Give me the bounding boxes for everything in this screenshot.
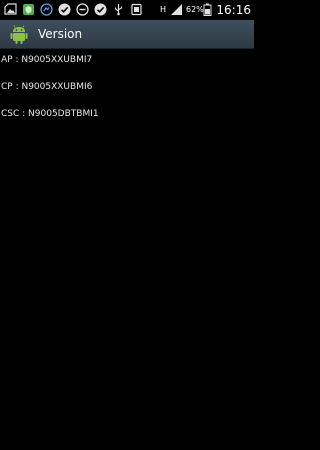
battery-icon bbox=[203, 3, 212, 16]
gallery-icon bbox=[4, 3, 17, 16]
check-circle-icon bbox=[58, 3, 71, 16]
download-check-icon bbox=[94, 3, 107, 16]
status-bar: H 62% 16:16 bbox=[0, 0, 254, 20]
version-row-cp: CP : N9005XXUBMI6 bbox=[1, 82, 93, 92]
version-row-csc: CSC : N9005DBTBMI1 bbox=[1, 109, 99, 119]
status-clock: 16:16 bbox=[216, 3, 251, 17]
action-bar: Version bbox=[0, 20, 254, 49]
messenger-icon bbox=[40, 3, 53, 16]
security-shield-icon bbox=[22, 3, 35, 16]
page-title: Version bbox=[38, 27, 83, 41]
version-row-ap: AP : N9005XXUBMI7 bbox=[1, 55, 93, 65]
screenshot-icon bbox=[130, 3, 143, 16]
battery-percent: 62% bbox=[186, 5, 204, 14]
usb-icon bbox=[112, 3, 125, 16]
signal-icon bbox=[170, 3, 183, 16]
version-list: AP : N9005XXUBMI7 CP : N9005XXUBMI6 CSC … bbox=[0, 49, 254, 450]
android-icon[interactable] bbox=[8, 23, 30, 45]
network-type-label: H bbox=[160, 5, 167, 14]
do-not-disturb-icon bbox=[76, 3, 89, 16]
